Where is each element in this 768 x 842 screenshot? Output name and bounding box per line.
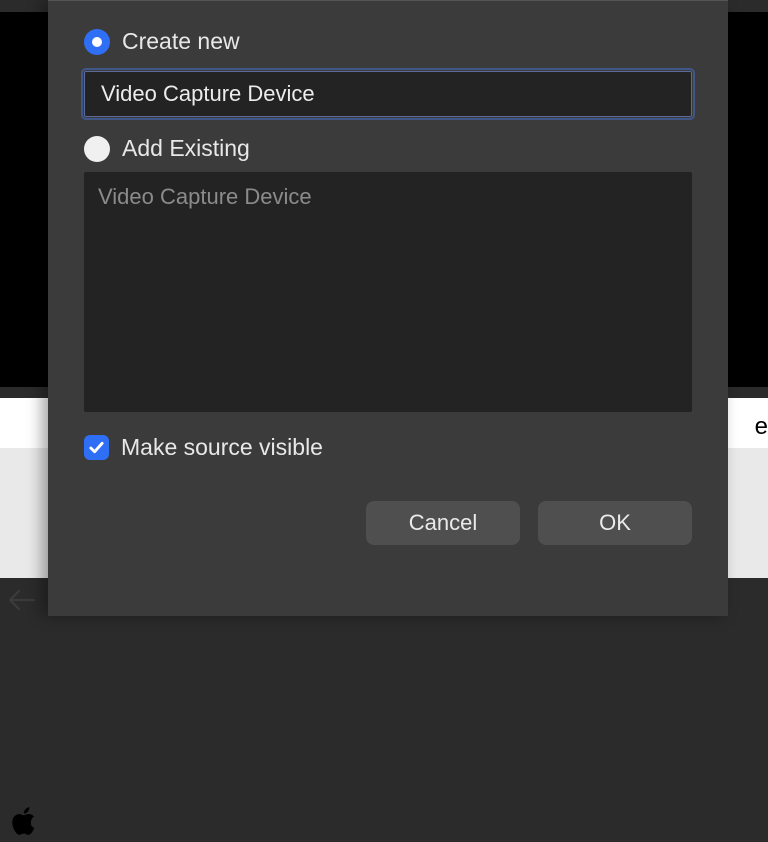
make-visible-checkbox[interactable]: Make source visible	[84, 434, 692, 461]
make-visible-label: Make source visible	[121, 434, 323, 461]
cancel-button[interactable]: Cancel	[366, 501, 520, 545]
radio-unselected-icon	[84, 136, 110, 162]
apple-icon	[12, 805, 40, 837]
ok-button[interactable]: OK	[538, 501, 692, 545]
dialog-button-row: Cancel OK	[84, 501, 692, 545]
checkbox-checked-icon	[84, 435, 109, 460]
create-new-label: Create new	[122, 28, 240, 55]
list-item[interactable]: Video Capture Device	[98, 182, 678, 212]
dialog-top-divider	[48, 0, 728, 1]
add-existing-label: Add Existing	[122, 135, 250, 162]
source-name-input[interactable]	[84, 71, 692, 117]
background-partial-text: e	[755, 413, 768, 441]
radio-selected-icon	[84, 29, 110, 55]
back-arrow-icon[interactable]	[6, 588, 36, 617]
existing-sources-list[interactable]: Video Capture Device	[84, 172, 692, 412]
create-new-radio[interactable]: Create new	[84, 28, 692, 55]
create-source-dialog: Create new Add Existing Video Capture De…	[48, 0, 728, 616]
add-existing-radio[interactable]: Add Existing	[84, 135, 692, 162]
